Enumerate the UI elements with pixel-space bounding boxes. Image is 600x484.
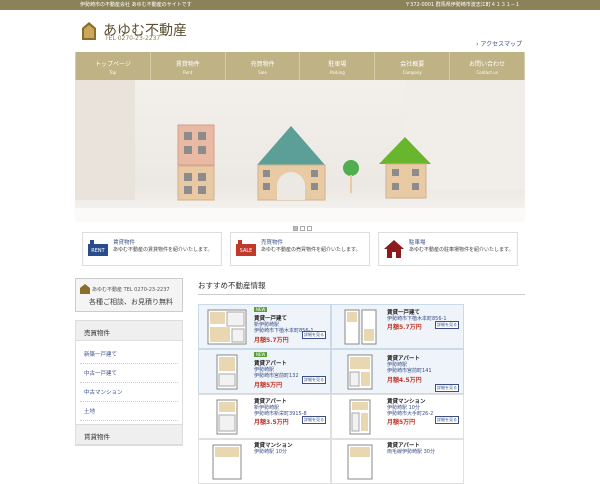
- card-sale-desc: あゆむ不動産の売買物件を紹介いたします。: [261, 247, 361, 253]
- nav-top[interactable]: トップページ Top: [75, 52, 151, 80]
- header-tel: TEL 0270-23-2237: [105, 35, 161, 42]
- floorplan-image: [212, 444, 242, 480]
- carousel-dot-2[interactable]: [300, 226, 305, 231]
- listing-card[interactable]: 賃貸マンション 伊勢崎駅 10分: [198, 439, 331, 484]
- detail-button[interactable]: 詳細を見る: [302, 416, 326, 424]
- company-address: 〒372-0001 群馬県伊勢崎市波志江町４１３１−１: [405, 2, 520, 8]
- listing-address: 伊勢崎市宮前町141: [387, 368, 432, 374]
- top-bar: 伊勢崎市の不動産会社 あゆむ不動産のサイトです 〒372-0001 群馬県伊勢崎…: [0, 0, 600, 10]
- floorplan-image: [347, 444, 373, 480]
- floorplan-image: [216, 399, 238, 435]
- sidebar-rent-title: 賃貸物件: [76, 425, 182, 445]
- hero-banner: [75, 80, 525, 222]
- listing-price: 月額3.5万円: [254, 419, 289, 426]
- detail-button[interactable]: 詳細を見る: [302, 331, 326, 339]
- new-badge: NEW: [254, 307, 268, 312]
- sidebar-item-used-mansion[interactable]: 中古マンション: [80, 383, 178, 402]
- card-rent[interactable]: RENT 賃貸物件 あゆむ不動産の賃貸物件を紹介いたします。: [82, 232, 222, 266]
- listing-grid: NEW 賃貸一戸建て 新伊勢崎駅 伊勢崎市下植木本町856-1 月額5.7万円 …: [198, 304, 464, 484]
- sidebar-sale-title: 売買物件: [76, 321, 182, 341]
- listing-card[interactable]: 賃貸アパート 伊勢崎駅 伊勢崎市宮前町141 月額4.5万円 詳細を見る: [331, 349, 464, 394]
- sidebar-rent-box: 賃貸物件: [75, 424, 183, 446]
- floorplan-image: [347, 354, 373, 390]
- nav-contact[interactable]: お問い合わせ Contact us: [450, 52, 525, 80]
- listing-card[interactable]: 賃貸アパート 新伊勢崎駅 伊勢崎市新栄町3915-8 月額3.5万円 詳細を見る: [198, 394, 331, 439]
- main-nav: トップページ Top 賃貸物件 Rent 売買物件 Sale 駐車場 Parking 会…: [75, 52, 525, 80]
- card-parking[interactable]: 駐車場 あゆむ不動産の駐車場物件を紹介いたします。: [378, 232, 518, 266]
- carousel-dots: [293, 226, 312, 231]
- listing-card[interactable]: NEW 賃貸アパート 伊勢崎駅 伊勢崎市宮前町132 月額5万円 詳細を見る: [198, 349, 331, 394]
- listing-station: 伊勢崎駅 10分: [254, 449, 287, 455]
- nav-rent[interactable]: 賃貸物件 Rent: [151, 52, 226, 80]
- category-cards: RENT 賃貸物件 あゆむ不動産の賃貸物件を紹介いたします。 SALE 売買物件…: [82, 232, 518, 266]
- sidebar-item-new-house[interactable]: 新築一戸建て: [80, 345, 178, 364]
- access-map-link[interactable]: › アクセスマップ: [476, 39, 522, 48]
- nav-parking[interactable]: 駐車場 Parking: [300, 52, 376, 80]
- listing-card[interactable]: NEW 賃貸一戸建て 新伊勢崎駅 伊勢崎市下植木本町856-1 月額5.7万円 …: [198, 304, 331, 349]
- listing-station: 両毛線伊勢崎駅 30分: [387, 449, 435, 455]
- floorplan-image: [344, 309, 377, 345]
- card-sale-title: 売買物件: [261, 240, 284, 246]
- sidebar-consult-line: 各種ご相談、お見積り無料: [89, 298, 173, 306]
- logo-house-icon[interactable]: [82, 22, 96, 40]
- listing-address: 伊勢崎市新栄町3915-8: [254, 411, 307, 417]
- for-rent-icon: RENT: [88, 240, 108, 256]
- site-header: あゆむ不動産 TEL 0270-23-2237 › アクセスマップ: [75, 10, 525, 52]
- floorplan-image: [207, 309, 247, 345]
- card-sale[interactable]: SALE 売買物件 あゆむ不動産の売買物件を紹介いたします。: [230, 232, 370, 266]
- listing-price: 月額5万円: [254, 382, 283, 389]
- listing-address: 伊勢崎市宮前町132: [254, 373, 299, 379]
- for-sale-icon: SALE: [236, 240, 256, 256]
- sidebar-item-used-house[interactable]: 中古一戸建て: [80, 364, 178, 383]
- site-tagline: 伊勢崎市の不動産会社 あゆむ不動産のサイトです: [80, 2, 192, 8]
- sidebar-tel-line: あゆむ不動産 TEL 0270-23-2237: [92, 287, 170, 293]
- listing-card[interactable]: 賃貸マンション 伊勢崎駅 10分 伊勢崎市大手町26-2 月額5万円 詳細を見る: [331, 394, 464, 439]
- listing-address: 伊勢崎市大手町26-2: [387, 411, 434, 417]
- card-parking-title: 駐車場: [409, 240, 426, 246]
- carousel-dot-3[interactable]: [307, 226, 312, 231]
- carousel-dot-1[interactable]: [293, 226, 298, 231]
- detail-button[interactable]: 詳細を見る: [302, 376, 326, 384]
- listing-price: 月額5.7万円: [254, 337, 289, 344]
- recommend-title: おすすめ不動産情報: [198, 280, 525, 295]
- nav-company[interactable]: 会社概要 Company: [375, 52, 451, 80]
- svg-text:SALE: SALE: [240, 248, 253, 254]
- floorplan-image: [216, 354, 238, 390]
- svg-text:RENT: RENT: [91, 248, 105, 254]
- detail-button[interactable]: 詳細を見る: [435, 321, 459, 329]
- listing-price: 月額5.7万円: [387, 324, 422, 331]
- sidebar-contact-banner[interactable]: あゆむ不動産 TEL 0270-23-2237 各種ご相談、お見積り無料: [75, 278, 183, 312]
- card-parking-desc: あゆむ不動産の駐車場物件を紹介いたします。: [409, 247, 514, 253]
- card-rent-desc: あゆむ不動産の賃貸物件を紹介いたします。: [113, 247, 213, 253]
- logo-house-icon: [80, 284, 90, 294]
- block-tower: [177, 124, 215, 201]
- listing-card[interactable]: 賃貸アパート 両毛線伊勢崎駅 30分: [331, 439, 464, 484]
- detail-button[interactable]: 詳細を見る: [435, 384, 459, 392]
- detail-button[interactable]: 詳細を見る: [435, 416, 459, 424]
- new-badge: NEW: [254, 352, 268, 357]
- house-icon: [384, 240, 404, 258]
- floorplan-image: [349, 399, 371, 435]
- hero-blocks-image: [75, 80, 525, 222]
- card-rent-title: 賃貸物件: [113, 240, 136, 246]
- sidebar-item-land[interactable]: 土地: [80, 402, 178, 421]
- listing-card[interactable]: 賃貸一戸建て 伊勢崎市下植木本町856-1 月額5.7万円 詳細を見る: [331, 304, 464, 349]
- sidebar-sale-box: 売買物件 新築一戸建て 中古一戸建て 中古マンション 土地: [75, 320, 183, 426]
- listing-price: 月額5万円: [387, 419, 416, 426]
- nav-sale[interactable]: 売買物件 Sale: [226, 52, 301, 80]
- listing-price: 月額4.5万円: [387, 377, 422, 384]
